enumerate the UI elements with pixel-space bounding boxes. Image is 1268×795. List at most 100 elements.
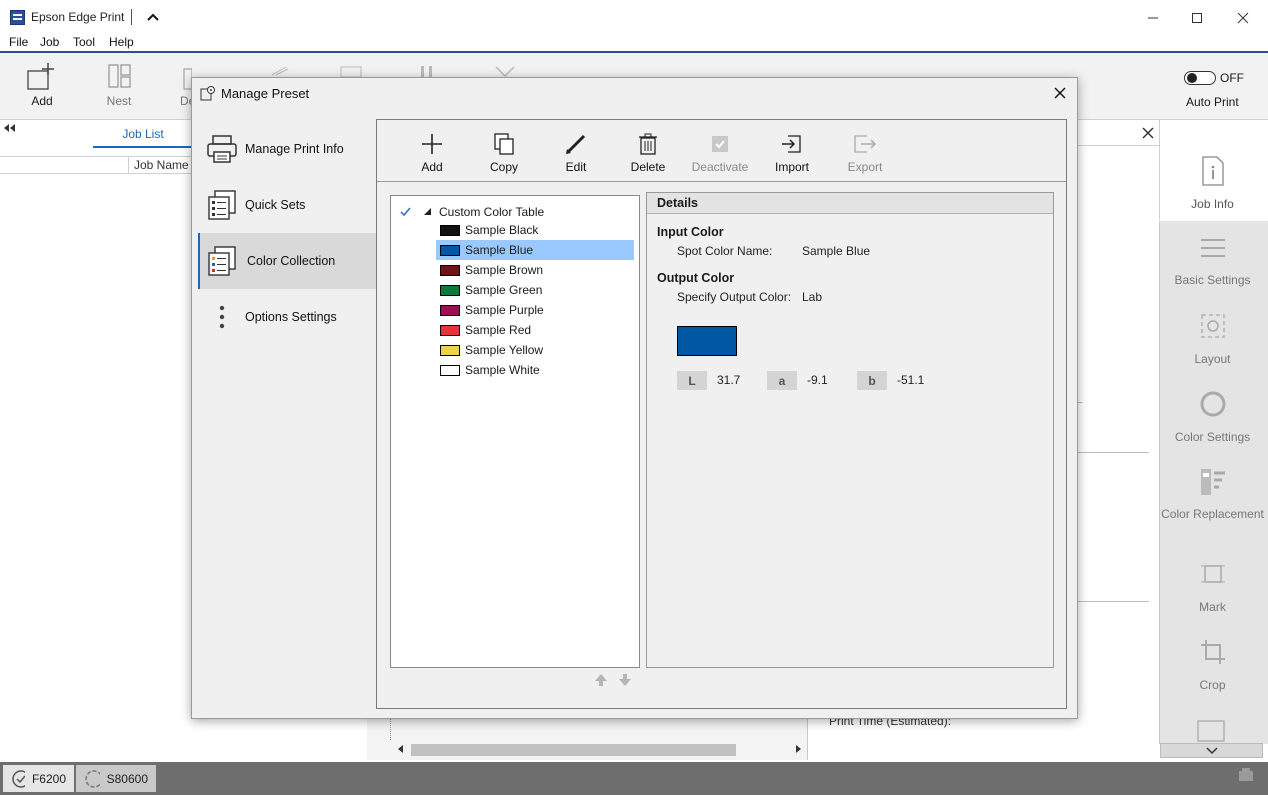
busy-circle-icon [85, 769, 100, 788]
sidebar-color-replacement[interactable]: Color Replacement [1160, 467, 1265, 521]
tree-item-sample-yellow[interactable]: Sample Yellow [436, 340, 634, 360]
spot-color-name-value: Sample Blue [802, 244, 871, 258]
menu-job[interactable]: Job [40, 35, 59, 49]
delete-job-icon [183, 68, 192, 90]
sidebar-crop[interactable]: Crop [1160, 638, 1265, 692]
tree-root-label: Custom Color Table [439, 205, 545, 219]
column-job-name[interactable]: Job Name [134, 158, 189, 172]
crop-label: Crop [1199, 678, 1226, 692]
menu-help[interactable]: Help [109, 35, 134, 49]
tree-item-sample-blue[interactable]: Sample Blue [436, 240, 634, 260]
more-tools-icon [1197, 720, 1225, 742]
lab-a-value: -9.1 [807, 373, 828, 387]
preset-export-button[interactable]: Export [830, 132, 900, 174]
tree-item-sample-red[interactable]: Sample Red [436, 320, 634, 340]
details-panel: Details Input Color Spot Color Name: Sam… [646, 192, 1054, 668]
collapse-ribbon-icon[interactable] [146, 12, 160, 22]
tree-item-label: Sample Black [465, 223, 539, 237]
tree-item-label: Sample Yellow [465, 343, 544, 357]
tree-item-sample-purple[interactable]: Sample Purple [436, 300, 634, 320]
deactivate-check-icon [712, 136, 728, 152]
nav-options-settings[interactable]: Options Settings [198, 289, 376, 345]
panel-close-icon[interactable] [1138, 124, 1158, 142]
color-settings-label: Color Settings [1174, 430, 1251, 444]
color-settings-icon [1200, 391, 1225, 417]
auto-print-toggle[interactable] [1184, 71, 1216, 85]
expand-triangle-icon[interactable] [422, 206, 434, 218]
printer-icon [207, 135, 237, 163]
preset-deactivate-button[interactable]: Deactivate [685, 132, 755, 174]
preset-import-label: Import [774, 160, 809, 174]
move-up-icon[interactable] [594, 673, 608, 687]
preset-edit-button[interactable]: Edit [541, 132, 611, 174]
printer-status-icon[interactable] [1237, 767, 1255, 785]
color-swatch [440, 304, 460, 316]
scroll-right-icon[interactable] [795, 744, 803, 754]
preset-add-button[interactable]: Add [397, 132, 467, 174]
bg-divider-1 [1077, 452, 1149, 453]
preset-delete-label: Delete [630, 160, 666, 174]
horizontal-scrollbar-thumb[interactable] [411, 744, 736, 756]
import-icon [782, 135, 801, 153]
minimize-button[interactable] [1138, 6, 1168, 30]
printer-f6200-label: F6200 [31, 771, 66, 786]
preset-copy-button[interactable]: Copy [469, 132, 539, 174]
printer-f6200-chip[interactable]: F6200 [3, 765, 74, 792]
menu-file[interactable]: File [9, 35, 28, 49]
sidebar-color-settings[interactable]: Color Settings [1160, 390, 1265, 444]
lab-b-value: -51.1 [897, 373, 925, 387]
preset-import-button[interactable]: Import [757, 132, 827, 174]
maximize-button[interactable] [1182, 6, 1212, 30]
sidebar-basic-settings[interactable]: Basic Settings [1160, 235, 1265, 287]
status-bar [0, 762, 1268, 795]
preset-delete-button[interactable]: Delete [613, 132, 683, 174]
sidebar-layout[interactable]: Layout [1160, 312, 1265, 366]
nav-color-collection[interactable]: Color Collection [198, 233, 376, 289]
nav-quick-sets[interactable]: Quick Sets [198, 177, 376, 233]
tree-item-label: Sample Blue [465, 243, 534, 257]
trash-icon [639, 133, 657, 155]
color-replacement-label: Color Replacement [1161, 507, 1264, 521]
color-swatch [440, 364, 460, 376]
delete-job-button[interactable]: De [166, 61, 192, 115]
layout-icon [1200, 314, 1225, 338]
sidebar-job-info[interactable]: Job Info [1160, 155, 1265, 211]
color-swatch [440, 244, 460, 256]
nest-button[interactable]: Nest [89, 61, 149, 115]
scroll-left-icon[interactable] [396, 744, 404, 754]
dialog-close-button[interactable] [1050, 83, 1070, 103]
tree-item-label: Sample White [465, 363, 540, 377]
details-header: Details [647, 193, 1053, 214]
tree-item-sample-brown[interactable]: Sample Brown [436, 260, 634, 280]
lab-l-label: L [677, 371, 707, 390]
header-divider [128, 157, 129, 173]
preset-deactivate-label: Deactivate [691, 160, 749, 174]
sidebar-mark[interactable]: Mark [1160, 560, 1265, 614]
menu-tool[interactable]: Tool [73, 35, 95, 49]
lab-l-value: 31.7 [717, 373, 741, 387]
tab-job-list[interactable]: Job List [93, 127, 193, 141]
window-close-button[interactable] [1228, 6, 1258, 30]
printer-s80600-chip[interactable]: S80600 [76, 765, 156, 792]
collapse-panel-icon[interactable] [3, 123, 17, 133]
color-swatch [440, 284, 460, 296]
sidebar-scroll-down[interactable] [1160, 743, 1263, 758]
nav-manage-print-info[interactable]: Manage Print Info [198, 121, 376, 177]
tree-root-custom-color-table[interactable]: Custom Color Table [399, 203, 544, 221]
manage-preset-dialog: Manage Preset Manage Print Info Quick Se… [191, 77, 1078, 719]
active-check-icon [400, 207, 411, 217]
tree-item-sample-black[interactable]: Sample Black [436, 220, 634, 240]
preset-export-label: Export [847, 160, 883, 174]
preset-settings-icon [200, 85, 216, 101]
color-replacement-icon [1200, 469, 1225, 495]
tree-item-sample-green[interactable]: Sample Green [436, 280, 634, 300]
auto-print-label: Auto Print [1186, 95, 1239, 109]
add-job-button[interactable]: Add [12, 61, 72, 115]
color-swatch [440, 324, 460, 336]
nav-manage-print-info-label: Manage Print Info [245, 142, 344, 156]
tree-item-sample-white[interactable]: Sample White [436, 360, 634, 380]
title-bar: Epson Edge Print [0, 0, 1268, 36]
color-swatch [440, 224, 460, 236]
app-title: Epson Edge Print [31, 10, 125, 24]
move-down-icon[interactable] [618, 673, 632, 687]
